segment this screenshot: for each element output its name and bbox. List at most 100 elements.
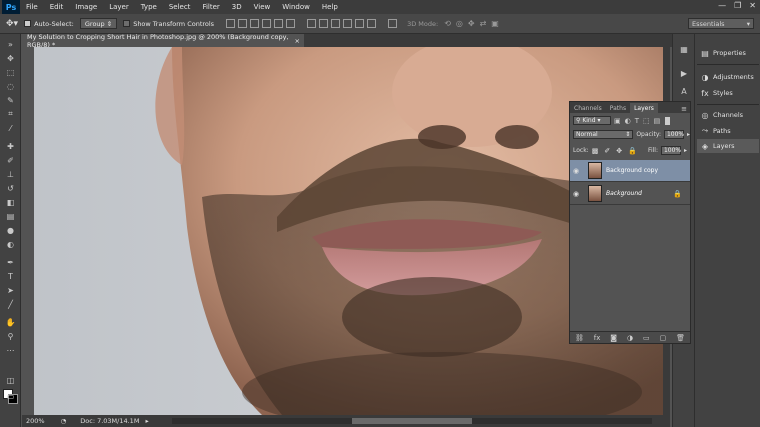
move-tool-icon[interactable]: ✥ xyxy=(4,52,17,64)
crop-tool-icon[interactable]: ⌗ xyxy=(4,108,17,120)
layer-row-background[interactable]: ◉ Background 🔒 xyxy=(570,183,690,205)
auto-select-dropdown[interactable]: Group ⇕ xyxy=(79,18,118,29)
lock-fill-row: Lock: ▩ ✐ ✥ 🔒 Fill: 100% ▸ xyxy=(570,146,690,155)
new-layer-icon[interactable]: ▢ xyxy=(660,334,667,342)
panel-paths[interactable]: ⤳ Paths xyxy=(697,124,759,138)
tab-channels[interactable]: Channels xyxy=(570,103,606,113)
visibility-eye-icon[interactable]: ◉ xyxy=(570,190,582,198)
pasteboard-edge xyxy=(22,47,34,415)
move-tool-icon[interactable]: ✥▾ xyxy=(6,19,18,29)
filter-icons[interactable]: ▣ ◐ T ⬚ ▤ xyxy=(614,117,660,125)
history-brush-tool-icon[interactable]: ↺ xyxy=(4,182,17,194)
menu-file[interactable]: File xyxy=(20,3,44,11)
align-icons[interactable] xyxy=(226,19,296,28)
new-group-icon[interactable]: ▭ xyxy=(643,334,650,342)
tab-layers[interactable]: Layers xyxy=(630,103,658,113)
panel-properties[interactable]: ▤ Properties xyxy=(697,46,759,60)
filter-kind-dropdown[interactable]: ⚲ Kind ▾ xyxy=(573,116,611,125)
quick-mask-icon[interactable]: ◫ xyxy=(4,374,17,386)
doc-info-icon[interactable]: ◔ xyxy=(61,417,67,425)
opacity-dropdown-icon[interactable]: ▸ xyxy=(687,131,690,138)
fill-field[interactable]: 100% xyxy=(660,146,681,155)
collapse-tools-icon[interactable]: » xyxy=(4,38,17,50)
link-layers-icon[interactable]: ⛓ xyxy=(575,334,584,342)
blend-opacity-row: Normal ⇕ Opacity: 100% ▸ xyxy=(570,130,690,139)
horizontal-scroll-thumb[interactable] xyxy=(352,418,472,424)
panel-menu-icon[interactable]: ≡ xyxy=(681,105,687,113)
menu-3d[interactable]: 3D xyxy=(226,3,248,11)
opacity-field[interactable]: 100% xyxy=(663,130,684,139)
properties-icon: ▤ xyxy=(701,48,709,58)
line-tool-icon[interactable]: ╱ xyxy=(4,298,17,310)
quick-select-tool-icon[interactable]: ✎ xyxy=(4,94,17,106)
blur-tool-icon[interactable]: ● xyxy=(4,224,17,236)
layers-panel: Channels Paths Layers ≡ ⚲ Kind ▾ ▣ ◐ T ⬚ ▤ N… xyxy=(569,101,691,344)
visibility-eye-icon[interactable]: ◉ xyxy=(570,167,582,175)
lock-icons[interactable]: ▩ ✐ ✥ 🔒 xyxy=(592,147,637,155)
delete-layer-icon[interactable]: 🗑 xyxy=(676,334,685,342)
panel-styles[interactable]: fx Styles xyxy=(697,86,759,100)
pen-tool-icon[interactable]: ✒ xyxy=(4,256,17,268)
blend-mode-dropdown[interactable]: Normal ⇕ xyxy=(573,130,634,139)
panel-channels[interactable]: ◎ Channels xyxy=(697,108,759,122)
document-tab[interactable]: My Solution to Cropping Short Hair in Ph… xyxy=(22,33,304,49)
clone-stamp-tool-icon[interactable]: ⊥ xyxy=(4,168,17,180)
hand-tool-icon[interactable]: ✋ xyxy=(4,316,17,328)
close-window-button[interactable]: ✕ xyxy=(749,1,756,10)
status-menu-icon[interactable]: ▸ xyxy=(145,417,148,425)
auto-select-checkbox[interactable]: Auto-Select: xyxy=(24,20,74,28)
eraser-tool-icon[interactable]: ◧ xyxy=(4,196,17,208)
history-icon[interactable]: ▦ xyxy=(678,44,690,54)
show-transform-checkbox[interactable]: Show Transform Controls xyxy=(123,20,214,28)
fill-dropdown-icon[interactable]: ▸ xyxy=(684,147,687,154)
fill-label: Fill: xyxy=(647,147,658,154)
more-tools-icon[interactable]: ⋯ xyxy=(4,344,17,356)
menu-type[interactable]: Type xyxy=(135,3,163,11)
eyedropper-tool-icon[interactable]: ⁄ xyxy=(4,122,17,134)
screen-mode-icon[interactable]: ▭ xyxy=(4,390,17,402)
menu-select[interactable]: Select xyxy=(163,3,197,11)
tab-paths[interactable]: Paths xyxy=(606,103,630,113)
dodge-tool-icon[interactable]: ◐ xyxy=(4,238,17,250)
filter-toggle-icon[interactable] xyxy=(665,116,671,125)
menu-filter[interactable]: Filter xyxy=(196,3,225,11)
menu-edit[interactable]: Edit xyxy=(44,3,70,11)
menu-layer[interactable]: Layer xyxy=(103,3,135,11)
healing-brush-tool-icon[interactable]: ✚ xyxy=(4,140,17,152)
menu-help[interactable]: Help xyxy=(316,3,344,11)
menu-window[interactable]: Window xyxy=(276,3,316,11)
lock-label: Lock: xyxy=(573,147,589,154)
layer-name: Background xyxy=(606,190,642,197)
brush-tool-icon[interactable]: ✐ xyxy=(4,154,17,166)
auto-align-icon[interactable] xyxy=(388,19,398,28)
panel-layers[interactable]: ◈ Layers xyxy=(697,139,759,153)
right-panel-column: ▤ Properties ◑ Adjustments fx Styles ◎ C… xyxy=(694,34,760,427)
workspace-dropdown[interactable]: Essentials ▾ xyxy=(688,18,754,29)
distribute-icons[interactable] xyxy=(307,19,377,28)
zoom-tool-icon[interactable]: ⚲ xyxy=(4,330,17,342)
layer-style-icon[interactable]: fx xyxy=(594,334,601,342)
minimize-button[interactable]: — xyxy=(718,1,726,10)
type-tool-icon[interactable]: T xyxy=(4,270,17,282)
path-select-tool-icon[interactable]: ➤ xyxy=(4,284,17,296)
restore-button[interactable]: ❐ xyxy=(734,1,741,10)
character-icon[interactable]: A xyxy=(678,86,690,96)
add-mask-icon[interactable]: ◙ xyxy=(610,334,617,342)
layer-row-background-copy[interactable]: ◉ Background copy xyxy=(570,160,690,182)
menu-bar: Ps File Edit Image Layer Type Select Fil… xyxy=(0,0,760,14)
close-document-icon[interactable]: × xyxy=(295,37,300,45)
marquee-tool-icon[interactable]: ⬚ xyxy=(4,66,17,78)
3d-mode-icons[interactable]: ⟲ ◎ ✥ ⇄ ▣ xyxy=(444,19,499,28)
lasso-tool-icon[interactable]: ◌ xyxy=(4,80,17,92)
zoom-level[interactable]: 200% xyxy=(26,417,45,425)
panel-layers-label: Layers xyxy=(713,142,735,150)
horizontal-scrollbar[interactable] xyxy=(172,418,652,424)
actions-icon[interactable]: ▶ xyxy=(678,68,690,78)
options-bar: ✥▾ Auto-Select: Group ⇕ Show Transform C… xyxy=(0,14,760,34)
adjustment-layer-icon[interactable]: ◑ xyxy=(627,334,633,342)
menu-view[interactable]: View xyxy=(248,3,277,11)
gradient-tool-icon[interactable]: ▤ xyxy=(4,210,17,222)
panel-adjustments[interactable]: ◑ Adjustments xyxy=(697,70,759,84)
layers-panel-footer: ⛓ fx ◙ ◑ ▭ ▢ 🗑 xyxy=(570,331,690,343)
menu-image[interactable]: Image xyxy=(69,3,103,11)
